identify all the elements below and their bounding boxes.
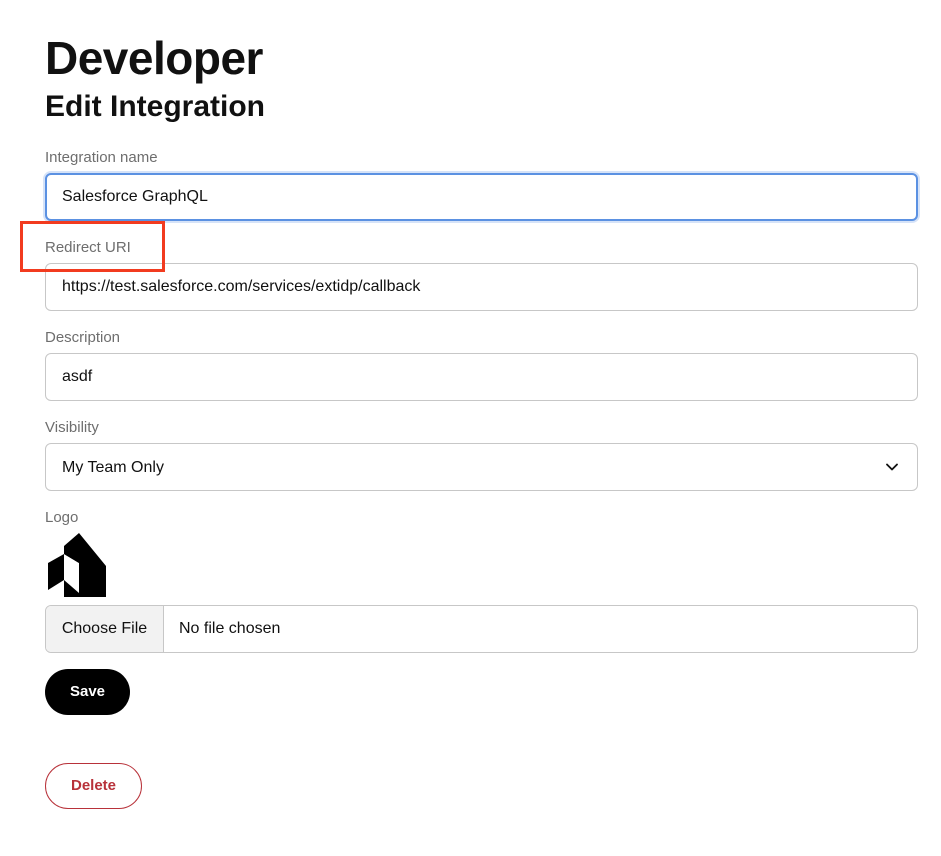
house-logo-icon (48, 533, 106, 597)
integration-name-input[interactable] (45, 173, 918, 221)
save-button[interactable]: Save (45, 669, 130, 715)
logo-file-input[interactable]: Choose File No file chosen (45, 605, 918, 653)
redirect-uri-input[interactable] (45, 263, 918, 311)
integration-name-label: Integration name (45, 149, 158, 166)
chevron-down-icon (886, 463, 898, 471)
description-input[interactable] (45, 353, 918, 401)
page-subtitle: Edit Integration (45, 90, 265, 123)
choose-file-button[interactable]: Choose File (46, 606, 164, 652)
delete-button[interactable]: Delete (45, 763, 142, 809)
visibility-label: Visibility (45, 419, 99, 436)
logo-label: Logo (45, 509, 79, 526)
visibility-select[interactable]: My Team Only (45, 443, 918, 491)
page-title: Developer (45, 32, 263, 84)
visibility-selected-value: My Team Only (62, 459, 164, 476)
description-label: Description (45, 329, 121, 346)
redirect-uri-label: Redirect URI (45, 239, 131, 256)
file-status-text: No file chosen (179, 620, 281, 637)
